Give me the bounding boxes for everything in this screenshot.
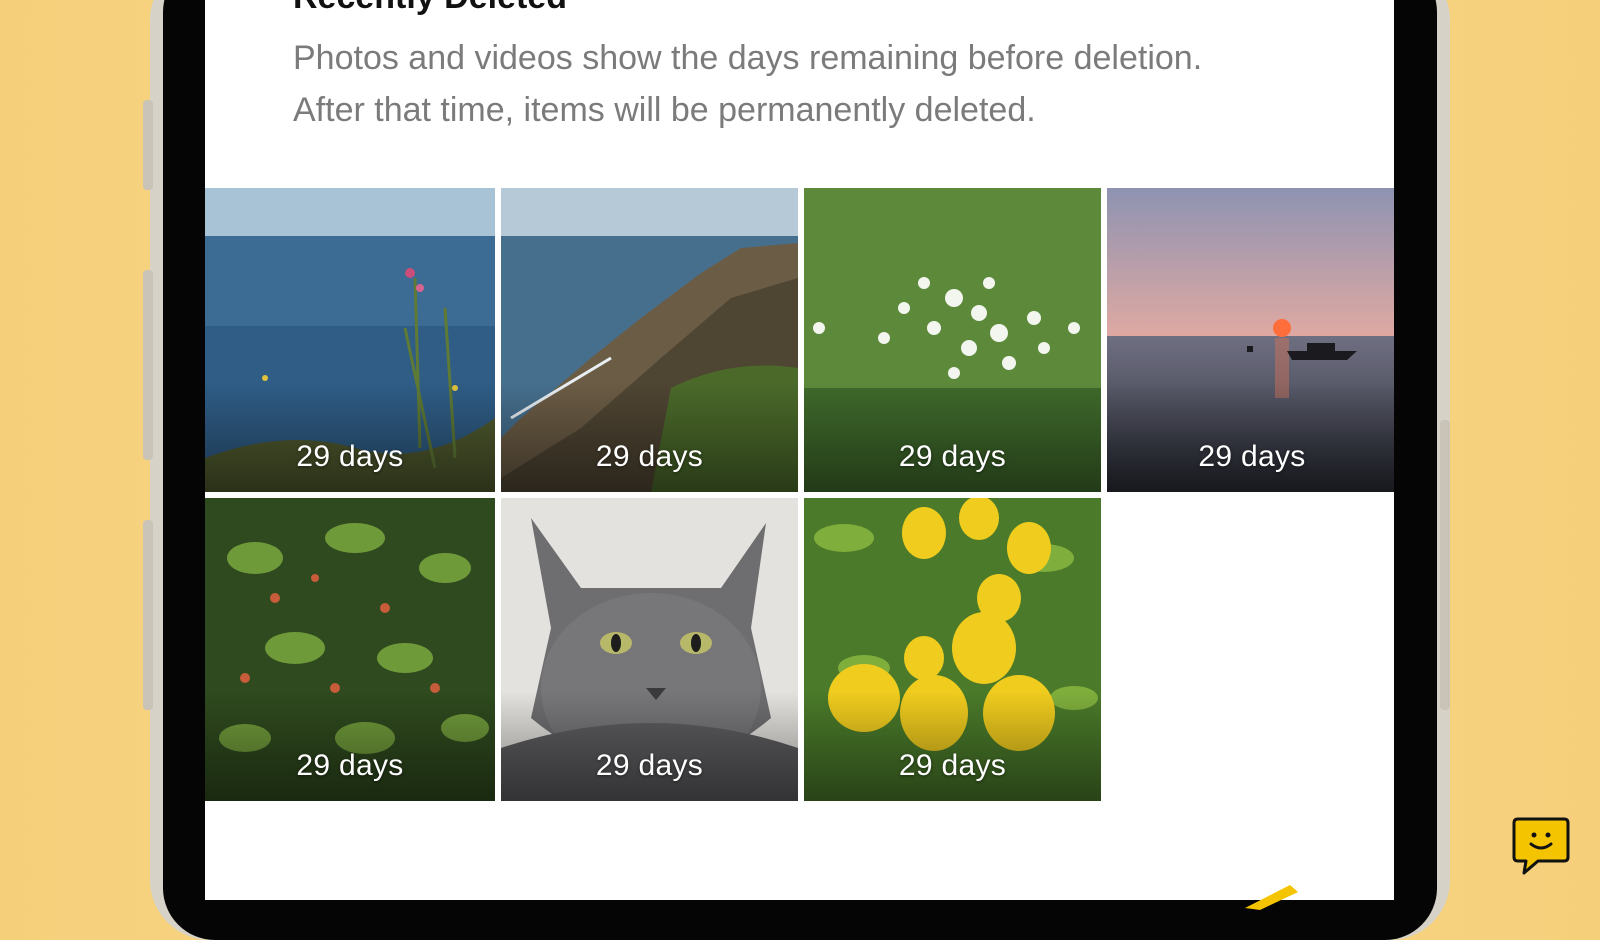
days-remaining-label: 29 days	[898, 440, 1007, 473]
chat-smile-icon	[1512, 817, 1570, 875]
photo-thumbnail[interactable]: 29 days	[1107, 188, 1394, 492]
label-shade	[501, 382, 798, 492]
phone-side-button	[143, 520, 153, 710]
label-shade	[804, 382, 1101, 492]
label-shade	[501, 691, 798, 801]
deletion-description: Photos and videos show the days remainin…	[293, 32, 1353, 136]
phone-side-button	[143, 100, 153, 190]
days-remaining-label: 29 days	[898, 749, 1007, 782]
label-shade	[804, 691, 1101, 801]
label-shade	[205, 691, 495, 801]
photo-thumbnail[interactable]: 29 days	[501, 188, 798, 492]
phone-side-button	[1440, 420, 1450, 710]
days-remaining-label: 29 days	[296, 440, 404, 473]
chat-button[interactable]	[1510, 815, 1572, 877]
label-shade	[205, 382, 495, 492]
description-line: Photos and videos show the days remainin…	[293, 39, 1203, 77]
photo-thumbnail[interactable]: 29 days	[205, 188, 495, 492]
label-shade	[1107, 382, 1394, 492]
description-line: After that time, items will be permanent…	[293, 91, 1036, 129]
days-remaining-label: 29 days	[296, 749, 404, 782]
photo-thumbnail[interactable]: 29 days	[205, 498, 495, 801]
photo-thumbnail[interactable]: 29 days	[804, 498, 1101, 801]
photo-thumbnail[interactable]: 29 days	[501, 498, 798, 801]
decorative-swoosh	[1245, 885, 1298, 910]
photo-thumbnail[interactable]: 29 days	[804, 188, 1101, 492]
days-remaining-label: 29 days	[1198, 440, 1306, 473]
photo-grid: 29 days 29 days 29 days 29 days 29 days …	[205, 188, 1394, 801]
days-remaining-label: 29 days	[595, 440, 704, 473]
days-remaining-label: 29 days	[595, 749, 704, 782]
phone-screen: Recently Deleted Photos and videos show …	[205, 0, 1394, 900]
phone-side-button	[143, 270, 153, 460]
page-title: Recently Deleted	[293, 0, 567, 17]
